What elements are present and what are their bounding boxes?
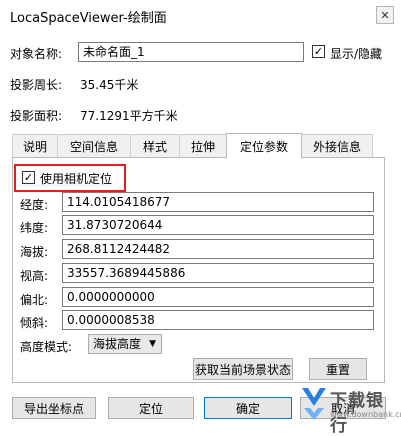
watermark: 下载银行 www.downbank.cn <box>300 382 401 436</box>
watermark-url: www.downbank.cn <box>330 410 401 419</box>
title-bar: LocaSpaceViewer-绘制面 ✕ <box>0 0 401 32</box>
perimeter-label: 投影周长: <box>10 78 63 92</box>
view-height-label: 视高: <box>20 269 49 283</box>
close-icon: ✕ <box>380 8 390 22</box>
longitude-input[interactable]: 114.0105418677 <box>62 192 374 212</box>
tilt-label: 倾斜: <box>20 316 49 330</box>
tab-extrude[interactable]: 拉伸 <box>179 134 227 157</box>
latitude-label: 纬度: <box>20 221 49 235</box>
export-coords-button[interactable]: 导出坐标点 <box>12 397 96 419</box>
show-hide-label: 显示/隐藏 <box>330 47 383 61</box>
tab-description[interactable]: 说明 <box>12 134 58 157</box>
area-label: 投影面积: <box>10 109 63 123</box>
reset-button[interactable]: 重置 <box>309 358 367 380</box>
show-hide-checkbox[interactable]: ✓ <box>312 45 325 58</box>
tab-style[interactable]: 样式 <box>130 134 180 157</box>
chevron-down-icon: ▼ <box>149 339 156 349</box>
locate-button[interactable]: 定位 <box>108 397 194 419</box>
altitude-input[interactable]: 268.8112424482 <box>62 239 374 259</box>
altitude-mode-select[interactable]: 海拔高度 ▼ <box>88 334 162 354</box>
longitude-label: 经度: <box>20 198 49 212</box>
close-button[interactable]: ✕ <box>376 6 394 24</box>
object-name-input[interactable]: 未命名面_1 <box>78 42 304 62</box>
window-title: LocaSpaceViewer-绘制面 <box>10 11 167 26</box>
heading-input[interactable]: 0.0000000000 <box>62 287 374 307</box>
tab-spatial-info[interactable]: 空间信息 <box>57 134 131 157</box>
altitude-mode-label: 高度模式: <box>20 340 73 354</box>
get-scene-state-button[interactable]: 获取当前场景状态 <box>193 358 293 380</box>
download-bank-logo-icon <box>302 388 326 420</box>
use-camera-label: 使用相机定位 <box>40 172 113 186</box>
latitude-input[interactable]: 31.8730720644 <box>62 215 374 235</box>
altitude-mode-value: 海拔高度 <box>93 337 142 351</box>
tilt-input[interactable]: 0.0000008538 <box>62 310 374 330</box>
altitude-label: 海拔: <box>20 245 49 259</box>
view-height-input[interactable]: 33557.3689445886 <box>62 263 374 283</box>
area-value: 77.1291平方千米 <box>80 109 178 123</box>
tab-external-info[interactable]: 外接信息 <box>301 134 373 157</box>
use-camera-checkbox[interactable]: ✓ <box>22 171 35 184</box>
ok-button[interactable]: 确定 <box>204 397 292 419</box>
heading-label: 偏北: <box>20 293 49 307</box>
tab-location-params[interactable]: 定位参数 <box>226 133 302 158</box>
object-name-label: 对象名称: <box>10 47 63 61</box>
perimeter-value: 35.45千米 <box>80 78 139 92</box>
